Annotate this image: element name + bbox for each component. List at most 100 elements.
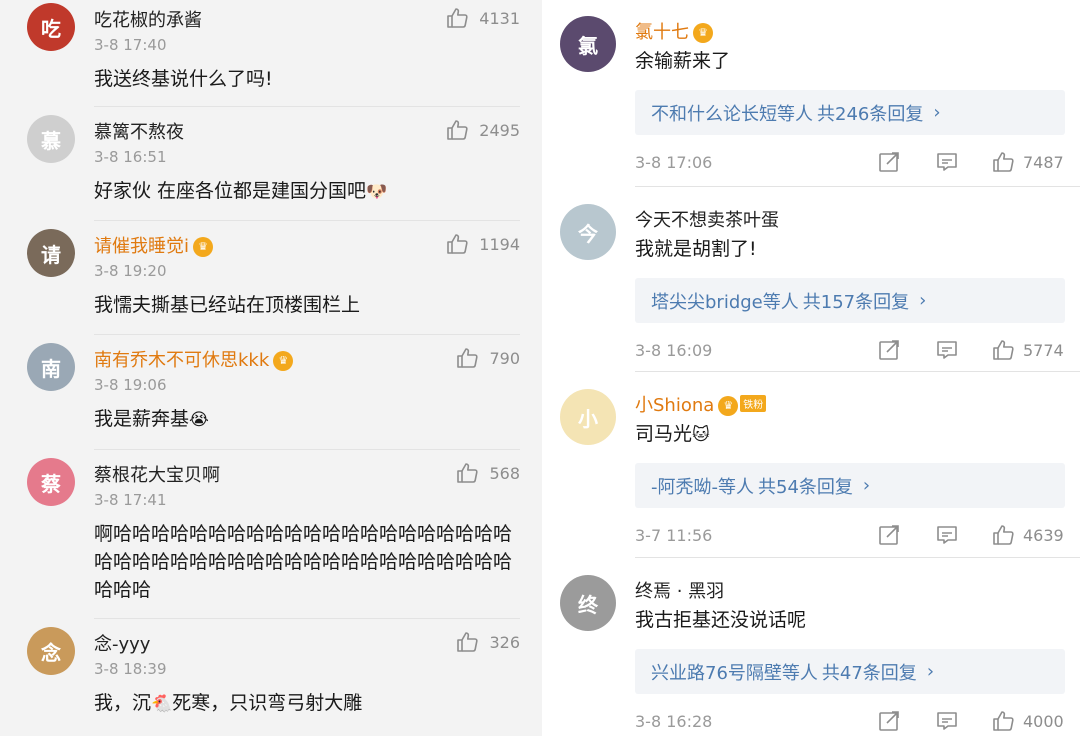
comment-icon[interactable]	[935, 338, 959, 366]
like-button[interactable]: 4131	[445, 6, 520, 30]
username[interactable]: 吃花椒的承酱	[94, 6, 202, 32]
like-button[interactable]: 1194	[445, 232, 520, 256]
like-count: 4000	[1023, 711, 1064, 731]
like-button[interactable]: 568	[455, 461, 520, 485]
comment-item: 慕慕篱不熬夜 3-8 16:51 好家伙 在座各位都是建国分国吧🐶 2495	[0, 112, 542, 224]
reply-count: 共47条回复	[821, 662, 917, 684]
comment-icon[interactable]	[935, 709, 959, 736]
like-button[interactable]: 4000	[991, 709, 1064, 733]
chevron-right-icon: ›	[926, 661, 935, 682]
username-text[interactable]: 今天不想卖茶叶蛋	[635, 210, 779, 231]
user-avatar[interactable]: 念	[27, 627, 75, 675]
comment-time: 3-8 17:40	[94, 36, 167, 54]
comment-text: 司马光🐱	[635, 420, 1065, 449]
reply-users: 兴业路76号隔壁等人	[651, 662, 818, 684]
username-text[interactable]: 吃花椒的承酱	[94, 10, 202, 31]
like-button[interactable]: 326	[455, 630, 520, 654]
comment-icon[interactable]	[935, 523, 959, 551]
comment-text-tail: 死寒，只识弯弓射大雕	[172, 692, 363, 714]
replies-link[interactable]: 不和什么论长短等人 共246条回复 ›	[635, 90, 1065, 135]
user-avatar[interactable]: 慕	[27, 115, 75, 163]
replies-link[interactable]: -阿秃呦-等人 共54条回复 ›	[635, 463, 1065, 508]
reply-count: 共54条回复	[758, 476, 853, 498]
username[interactable]: 终焉 · 黑羽	[635, 577, 724, 603]
thumbs-up-icon	[445, 118, 469, 142]
vip-badge-icon: ♛	[273, 351, 294, 371]
thumbs-up-icon	[991, 338, 1015, 362]
share-icon[interactable]	[877, 150, 901, 178]
username[interactable]: 小Shiona ♛ 铁粉	[635, 391, 767, 417]
username-text[interactable]: 请催我睡觉i	[94, 236, 189, 257]
comment-time: 3-8 16:28	[635, 712, 713, 731]
like-button[interactable]: 2495	[445, 118, 520, 142]
comment-text-body: 我懦夫撕基已经站在顶楼围栏上	[94, 294, 361, 316]
username-text[interactable]: 氯十七	[635, 22, 689, 43]
like-button[interactable]: 4639	[991, 523, 1064, 547]
username[interactable]: 氯十七 ♛	[635, 18, 713, 44]
reply-users: -阿秃呦-等人	[651, 476, 754, 498]
chevron-right-icon: ›	[862, 475, 871, 496]
comment-text: 我送终基说什么了吗!	[94, 65, 524, 93]
comment-text: 我，沉🐔死寒，只识弯弓射大雕	[94, 689, 524, 718]
thumbs-up-icon	[445, 6, 469, 30]
username[interactable]: 南有乔木不可休思kkk ♛	[94, 346, 294, 372]
like-button[interactable]: 7487	[991, 150, 1064, 174]
reply-count: 共246条回复	[817, 103, 924, 125]
like-button[interactable]: 5774	[991, 338, 1064, 362]
comment-text: 啊哈哈哈哈哈哈哈哈哈哈哈哈哈哈哈哈哈哈哈哈哈哈哈哈哈哈哈哈哈哈哈哈哈哈哈哈哈哈哈…	[94, 520, 524, 604]
comment-item: 请请催我睡觉i ♛ 3-8 19:20 我懦夫撕基已经站在顶楼围栏上 1194	[0, 226, 542, 338]
user-avatar[interactable]: 今	[560, 204, 616, 260]
comment-item: 南南有乔木不可休思kkk ♛ 3-8 19:06 我是薪奔基😭 790	[0, 340, 542, 452]
reply-users: 塔尖尖bridge等人	[651, 291, 799, 313]
comment-actions: 3-7 11:56 4639	[635, 523, 1080, 549]
divider	[635, 557, 1080, 558]
comment-text: 余输薪来了	[635, 47, 1065, 75]
like-count: 7487	[1023, 152, 1064, 172]
share-icon[interactable]	[877, 338, 901, 366]
like-count: 4639	[1023, 525, 1064, 545]
like-count: 790	[489, 348, 520, 368]
like-count: 1194	[479, 234, 520, 254]
comment-icon[interactable]	[935, 150, 959, 178]
like-count: 2495	[479, 120, 520, 140]
comment-item: 蔡蔡根花大宝贝啊 3-8 17:41 啊哈哈哈哈哈哈哈哈哈哈哈哈哈哈哈哈哈哈哈哈哈哈…	[0, 455, 542, 601]
comment-time: 3-8 17:06	[635, 153, 713, 172]
username-text[interactable]: 念-yyy	[94, 634, 150, 655]
thumbs-up-icon	[991, 150, 1015, 174]
share-icon[interactable]	[877, 709, 901, 736]
comment-text-body: 好家伙 在座各位都是建国分国吧	[94, 180, 367, 202]
username[interactable]: 蔡根花大宝贝啊	[94, 461, 220, 487]
comment-text-body: 我送终基说什么了吗!	[94, 68, 273, 90]
vip-badge-icon: ♛	[693, 23, 713, 43]
share-icon[interactable]	[877, 523, 901, 551]
username[interactable]: 请催我睡觉i ♛	[94, 232, 214, 258]
comment-text-body: 我就是胡割了!	[635, 238, 757, 260]
username[interactable]: 今天不想卖茶叶蛋	[635, 206, 779, 232]
user-avatar[interactable]: 吃	[27, 3, 75, 51]
username-text[interactable]: 蔡根花大宝贝啊	[94, 465, 220, 486]
user-avatar[interactable]: 氯	[560, 16, 616, 72]
username-text[interactable]: 慕篱不熬夜	[94, 122, 184, 143]
user-avatar[interactable]: 请	[27, 229, 75, 277]
user-avatar[interactable]: 小	[560, 389, 616, 445]
thumbs-up-icon	[445, 232, 469, 256]
replies-link[interactable]: 塔尖尖bridge等人 共157条回复 ›	[635, 278, 1065, 323]
username[interactable]: 念-yyy	[94, 630, 150, 656]
username-text[interactable]: 南有乔木不可休思kkk	[94, 350, 269, 371]
comment-item: 小小Shiona ♛ 铁粉司马光🐱 -阿秃呦-等人 共54条回复 › 3-7 11:56 46…	[555, 373, 1080, 559]
comment-text: 好家伙 在座各位都是建国分国吧🐶	[94, 177, 524, 206]
reply-users: 不和什么论长短等人	[651, 103, 813, 125]
comment-text-body: 我古拒基还没说话呢	[635, 609, 807, 631]
username-text[interactable]: 终焉 · 黑羽	[635, 581, 724, 602]
replies-link[interactable]: 兴业路76号隔壁等人 共47条回复 ›	[635, 649, 1065, 694]
user-avatar[interactable]: 南	[27, 343, 75, 391]
comment-text-body: 我，沉	[94, 692, 152, 714]
divider	[94, 449, 520, 450]
username[interactable]: 慕篱不熬夜	[94, 118, 184, 144]
user-avatar[interactable]: 蔡	[27, 458, 75, 506]
comment-item: 吃吃花椒的承酱 3-8 17:40 我送终基说什么了吗! 4131	[0, 0, 542, 112]
like-button[interactable]: 790	[455, 346, 520, 370]
emoji-icon: 😭	[189, 410, 209, 430]
user-avatar[interactable]: 终	[560, 575, 616, 631]
username-text[interactable]: 小Shiona	[635, 395, 714, 416]
